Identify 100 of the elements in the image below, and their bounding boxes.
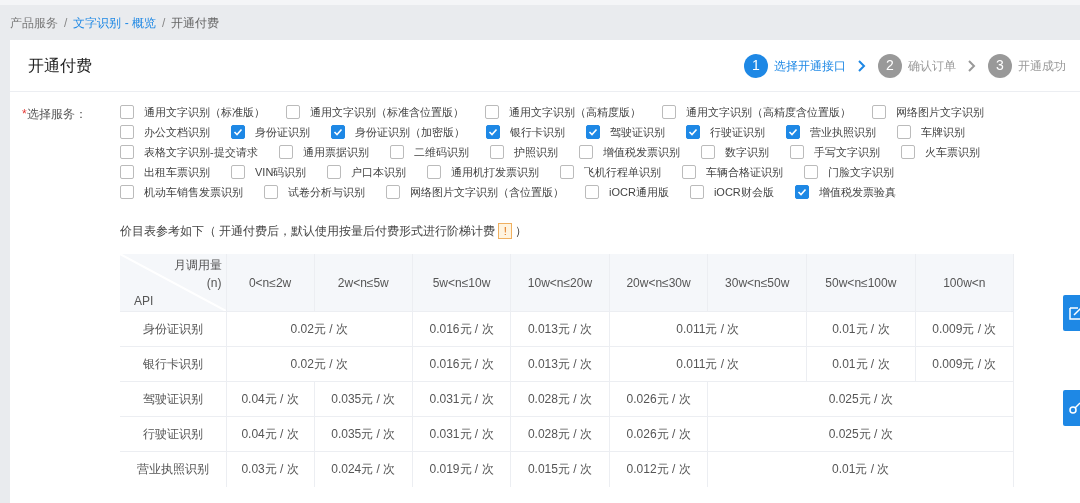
checkbox[interactable] [789, 145, 804, 159]
table-cell: 0.009元 / 次 [915, 346, 1014, 382]
chevron-icon [858, 59, 866, 72]
check-icon [233, 127, 243, 137]
table-cell: 0.013元 / 次 [510, 346, 610, 382]
checkbox-label: VIN码识别 [255, 164, 307, 180]
float-button[interactable] [1063, 390, 1080, 426]
table-cell: 0.01元 / 次 [707, 451, 1014, 487]
checkbox[interactable] [264, 185, 278, 199]
checkbox[interactable] [486, 125, 500, 139]
table-cell: 0.009元 / 次 [915, 311, 1014, 347]
check-icon [796, 187, 807, 197]
checkbox[interactable] [327, 165, 342, 179]
checkbox[interactable] [689, 185, 704, 199]
table-cell: 0.02元 / 次 [226, 346, 413, 382]
checkbox[interactable] [331, 125, 345, 139]
step-label: 选择开通接口 [774, 57, 846, 75]
table-cell: 0.011元 / 次 [609, 346, 807, 382]
checkbox[interactable] [786, 125, 800, 139]
checkbox[interactable] [120, 185, 134, 199]
column-header: 0<n≤2w [226, 254, 315, 312]
step-number: 2 [878, 53, 902, 78]
table-cell: 0.031元 / 次 [412, 416, 511, 452]
checkbox[interactable] [686, 125, 700, 139]
column-header: 30w<n≤50w [707, 254, 807, 312]
table-cell: 0.026元 / 次 [609, 381, 708, 417]
table-cell: 0.026元 / 次 [609, 416, 708, 452]
checkbox[interactable] [804, 165, 819, 179]
table-cell: 0.03元 / 次 [226, 451, 315, 487]
checkbox[interactable] [900, 145, 915, 159]
table-cell: 0.012元 / 次 [609, 451, 708, 487]
checkbox[interactable] [389, 145, 404, 159]
table-cell: 0.015元 / 次 [510, 451, 610, 487]
checkbox-label: 增值税发票识别 [602, 144, 680, 160]
checkbox[interactable] [700, 145, 715, 159]
checkbox-label: 通用票据识别 [302, 144, 369, 160]
checkbox[interactable] [897, 125, 911, 139]
checkbox[interactable] [585, 185, 599, 199]
check-icon [688, 127, 698, 137]
checkbox-label: 网络图片文字识别（含位置版） [410, 184, 564, 200]
checkbox-label: 门脸文字识别 [828, 164, 895, 180]
checkbox[interactable] [872, 105, 886, 119]
checkbox[interactable] [278, 145, 293, 159]
card-title: 开通付费 [28, 55, 92, 76]
checkbox[interactable] [120, 125, 134, 139]
table-cell: 0.04元 / 次 [226, 381, 315, 417]
checkbox[interactable] [231, 125, 245, 139]
edit-float-button[interactable] [1063, 295, 1080, 331]
table-cell: 0.035元 / 次 [314, 416, 413, 452]
checkbox-label: 驾驶证识别 [610, 124, 665, 140]
step-number: 1 [744, 53, 768, 78]
checkbox-label: 飞机行程单识别 [584, 164, 662, 180]
checkbox[interactable] [427, 165, 442, 179]
checkbox[interactable] [286, 105, 300, 119]
column-header: 10w<n≤20w [510, 254, 610, 312]
column-header: 5w<n≤10w [412, 254, 511, 312]
checkbox-label: 火车票识别 [924, 144, 980, 160]
checkbox-label: 车牌识别 [921, 124, 965, 140]
checkbox-label: 行驶证识别 [710, 124, 765, 140]
checkbox[interactable] [120, 105, 134, 119]
breadcrumb-link[interactable]: 文字识别 - 概览 [73, 13, 156, 32]
table-cell: 0.02元 / 次 [226, 311, 413, 347]
check-icon [333, 127, 343, 137]
link-icon [1068, 401, 1080, 415]
corner-header: 月调用量 (n) API [120, 254, 226, 312]
price-note: 价目表参考如下（ 开通付费后，默认使用按量后付费形式进行阶梯计费 ! ） [120, 222, 528, 240]
breadcrumb-separator: / [64, 14, 68, 32]
checkbox[interactable] [485, 105, 499, 119]
checkbox[interactable] [794, 185, 809, 199]
check-icon [788, 127, 798, 137]
checkbox[interactable] [662, 105, 676, 119]
checkbox[interactable] [578, 145, 593, 159]
checkbox[interactable] [120, 145, 134, 159]
checkbox-label: 出租车票识别 [144, 164, 210, 180]
checkbox[interactable] [682, 165, 697, 179]
checkbox[interactable] [586, 125, 600, 139]
checkbox[interactable] [489, 145, 504, 159]
table-cell: 0.028元 / 次 [510, 416, 610, 452]
checkbox[interactable] [231, 165, 245, 179]
checkbox-label: 护照识别 [513, 144, 558, 160]
table-cell: 0.016元 / 次 [412, 346, 511, 382]
checkbox-label: 增值税发票验真 [818, 184, 896, 200]
checkbox[interactable] [386, 185, 400, 199]
table-cell: 0.025元 / 次 [707, 381, 1014, 417]
row-header: 银行卡识别 [120, 346, 226, 382]
checkbox[interactable] [120, 165, 134, 179]
table-cell: 0.04元 / 次 [226, 416, 315, 452]
row-header: 驾驶证识别 [120, 381, 226, 417]
table-cell: 0.013元 / 次 [510, 311, 610, 347]
step-label: 开通成功 [1018, 57, 1066, 75]
checkbox-label: 通用机打发票识别 [451, 164, 540, 180]
check-icon [588, 127, 598, 137]
checkbox[interactable] [560, 165, 575, 179]
row-header: 身份证识别 [120, 311, 226, 347]
checkbox-label: 表格文字识别-提交请求 [144, 144, 258, 160]
column-header: 50w<n≤100w [806, 254, 916, 312]
checkbox-label: 机动车销售发票识别 [144, 184, 243, 200]
table-cell: 0.01元 / 次 [806, 346, 916, 382]
table-cell: 0.035元 / 次 [314, 381, 413, 417]
checkbox-label: 数字识别 [724, 144, 769, 160]
